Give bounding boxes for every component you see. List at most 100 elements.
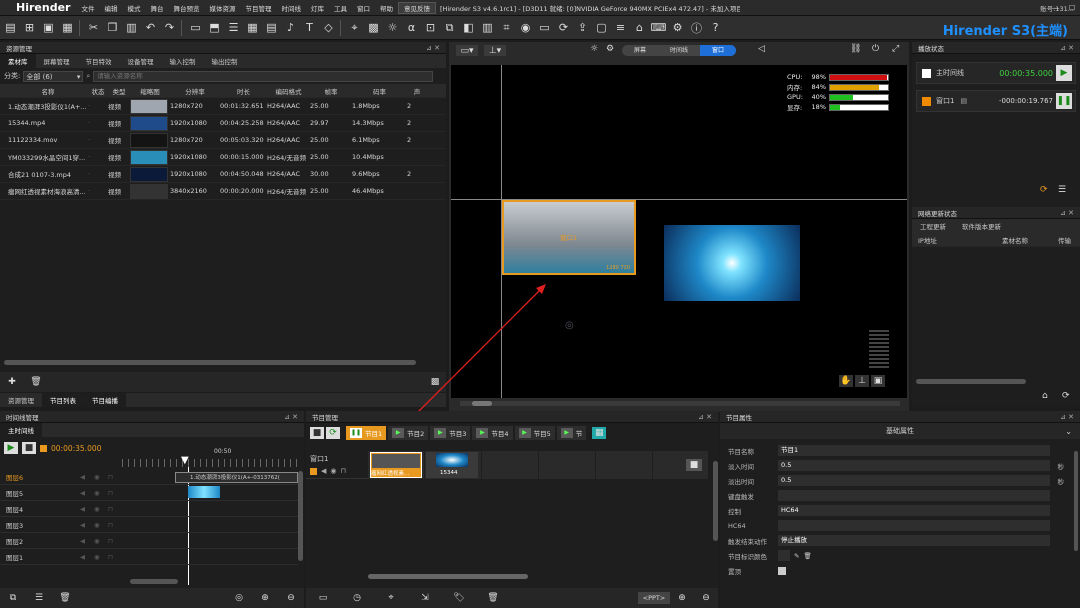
refresh-icon[interactable]: ⟳ [1062,391,1070,401]
pin-icon[interactable]: ⊿ ✕ [698,413,712,421]
help-icon[interactable]: ? [707,19,724,37]
grid-view-icon[interactable]: ▦ [592,427,607,439]
program-tab-3[interactable]: ▶ 节目3 [430,426,471,440]
col-audio[interactable]: 声 [407,86,427,96]
lock-icon[interactable]: ⊓ [108,473,122,481]
mute-icon[interactable]: ◁ [758,44,765,54]
play-icon[interactable]: ▶ [1056,65,1072,81]
network-icon[interactable]: ⌂ [631,19,648,37]
pin-icon[interactable]: ⊿ ✕ [284,413,298,421]
table-row[interactable]: 15344.mp4 · 视频 1920x1080 00:04:25.258 H2… [0,115,446,132]
section-header[interactable]: 基础属性 ⌄ [720,423,1080,439]
eye-icon[interactable]: ◉ [94,505,108,513]
property-value[interactable]: 停止播放 [778,535,1050,546]
power-icon[interactable]: ⏻ [872,44,879,54]
sync-icon[interactable]: ⟳ [555,19,572,37]
horizontal-scrollbar[interactable] [916,379,1026,384]
pin-icon[interactable]: ⊿ ✕ [1060,209,1074,217]
layers-icon[interactable]: ⧉ [0,593,26,603]
network-icon[interactable]: ⌂ [1042,391,1048,401]
light-icon[interactable]: ☼ [384,19,401,37]
crosshair-icon[interactable]: ⌖ [374,593,408,603]
output-select-icon[interactable]: ⊥▾ [484,45,506,56]
timeline-clip[interactable]: 1.动态潮湃3投影仪1(A+-0313762( [175,472,298,483]
eye-icon[interactable]: ◉ [330,467,336,475]
property-value[interactable]: 0.5 [778,460,1050,471]
time-ruler[interactable] [122,459,298,467]
tab-view-screen[interactable]: 屏幕 [622,45,658,56]
program-clip-1[interactable]: 瘤网红透视素... [370,452,422,478]
maximize-icon[interactable]: ☐ [1064,4,1080,12]
cut-icon[interactable]: ✂ [85,19,102,37]
lock-icon[interactable]: ⊓ [108,489,122,497]
pin-top-checkbox[interactable] [778,566,786,575]
save-icon[interactable]: ▣ [40,19,57,37]
film-icon[interactable]: ▤ [263,19,280,37]
add-layer-icon[interactable]: ☰ [26,593,52,603]
paste-icon[interactable]: ▥ [123,19,140,37]
audio-icon[interactable]: ♪ [282,19,299,37]
tab-program-edit[interactable]: 节目编播 [84,393,126,407]
eye-icon[interactable]: ◉ [94,489,108,497]
col-thumb[interactable]: 缩略图 [130,86,170,96]
zoom-out-icon[interactable]: ⊖ [694,593,718,603]
link-icon[interactable]: ⛓ [850,44,861,54]
eye-icon[interactable]: ◉ [94,473,108,481]
pin-icon[interactable]: ⊿ ✕ [1060,44,1074,52]
layer-row[interactable]: 图层5 ◀ ◉ ⊓ [0,485,298,501]
menu-item-help[interactable]: 帮助 [375,3,398,13]
warp-icon[interactable]: ⌗ [498,19,515,37]
copy-icon[interactable]: ❐ [104,19,121,37]
fullscreen-icon[interactable]: ⤢ [892,44,899,54]
table-row[interactable]: 11122334.mov · 视频 1280x720 00:05:03.320 … [0,132,446,149]
vertical-scrollbar[interactable] [1074,451,1078,551]
pin-icon[interactable]: ⊿ ✕ [426,44,440,52]
tab-screen[interactable]: 屏幕管理 [36,54,78,68]
menu-item-program[interactable]: 节目管理 [240,3,276,13]
menu-item-tools[interactable]: 工具 [329,3,352,13]
layer-row[interactable]: 图层3 ◀ ◉ ⊓ [0,517,298,533]
tab-output[interactable]: 输出控制 [204,54,246,68]
program-clip-2[interactable]: 15344 [426,452,478,478]
import-icon[interactable]: ⇲ [408,593,442,603]
menu-item-window[interactable]: 窗口 [352,3,375,13]
tab-devices[interactable]: 设备管理 [120,54,162,68]
tab-resource-manage[interactable]: 资源管理 [0,393,42,407]
property-value[interactable]: HC64 [778,505,1050,516]
alpha-icon[interactable]: α [403,19,420,37]
eye-icon[interactable]: ◉ [94,521,108,529]
tag-icon[interactable]: 🏷 [442,593,476,603]
mask-icon[interactable]: ◧ [460,19,477,37]
list-icon[interactable]: ≡ [612,19,629,37]
sync-status-icon[interactable]: ⟳ [1040,185,1048,195]
trash-icon[interactable]: 🗑 [803,552,811,560]
table-row[interactable]: 合成21 0107-3.mp4 · 视频 1920x1080 00:04:50.… [0,166,446,183]
table-row[interactable]: YM033299水晶空间1穿... · 视频 1920x1080 00:00:1… [0,149,446,166]
lock-icon[interactable]: ⊓ [341,467,346,475]
display-icon[interactable]: ▢ [593,19,610,37]
speaker-icon[interactable]: ◀ [80,489,94,497]
output-icon[interactable]: ⬒ [206,19,223,37]
tab-view-timeline[interactable]: 时间线 [658,45,700,56]
image-icon[interactable]: ▩ [365,19,382,37]
program-tab-4[interactable]: ▶ 节目4 [472,426,513,440]
col-material[interactable]: 素材名称 [1002,235,1058,245]
lock-icon[interactable]: ⊓ [108,553,122,561]
stop-icon[interactable]: ■ [310,427,324,439]
chart-icon[interactable]: ▥ [479,19,496,37]
tab-software-update[interactable]: 软件版本更新 [954,219,1009,233]
menu-item-timeline[interactable]: 时间线 [276,3,306,13]
monitor-icon[interactable]: ▭ [536,19,553,37]
tab-program-list[interactable]: 节目列表 [42,393,84,407]
property-value[interactable]: 0.5 [778,475,1050,486]
play-icon[interactable]: ▶ [4,442,18,454]
fit-icon[interactable]: ▣ [871,375,885,387]
save-as-icon[interactable]: ▦ [59,19,76,37]
eye-icon[interactable]: ◉ [94,553,108,561]
minimize-icon[interactable]: — [1048,4,1064,12]
loop-icon[interactable]: ⟳ [326,427,340,439]
camera-icon[interactable]: ◉ [517,19,534,37]
property-value[interactable]: 节目1 [778,445,1050,456]
thermometer-icon[interactable]: ⊥ [855,375,869,387]
target-icon[interactable]: ◎ [226,593,252,603]
